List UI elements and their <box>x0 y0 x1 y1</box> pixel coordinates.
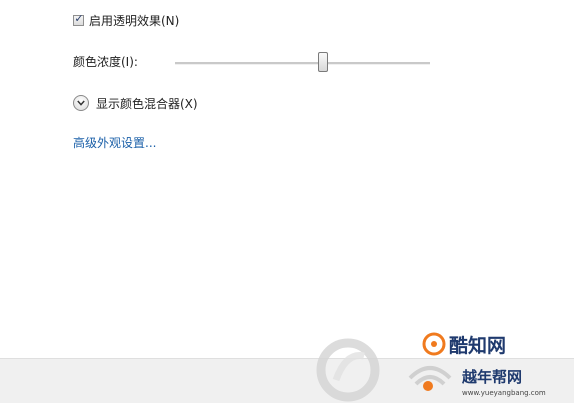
transparency-label[interactable]: 启用透明效果(N) <box>89 12 179 29</box>
transparency-checkbox-row[interactable]: ✓ 启用透明效果(N) <box>73 12 179 28</box>
advanced-appearance-link[interactable]: 高级外观设置... <box>73 135 156 151</box>
check-icon: ✓ <box>74 11 84 25</box>
watermark-brand-bottom: 越年帮网 <box>461 368 522 386</box>
slider-track[interactable] <box>175 62 430 65</box>
watermark-dot-icon <box>423 381 433 391</box>
watermark-url: www.yueyangbang.com <box>462 389 546 397</box>
watermark-logo-icon <box>422 332 446 356</box>
chevron-down-icon[interactable] <box>73 95 89 111</box>
watermark: 酷知网 越年帮网 www.yueyangbang.com <box>316 332 546 402</box>
color-mixer-toggle[interactable]: 显示颜色混合器(X) <box>73 94 198 112</box>
settings-panel: ✓ 启用透明效果(N) 颜色浓度(I): 显示颜色混合器(X) 高级外观设置..… <box>0 0 574 358</box>
watermark-brand-top: 酷知网 <box>449 334 506 357</box>
slider-thumb[interactable] <box>317 52 328 72</box>
color-mixer-label[interactable]: 显示颜色混合器(X) <box>96 95 198 112</box>
watermark-ring-icon <box>316 338 380 402</box>
transparency-checkbox[interactable]: ✓ <box>73 11 84 26</box>
intensity-slider[interactable] <box>175 52 430 74</box>
intensity-label: 颜色浓度(I): <box>73 55 138 69</box>
